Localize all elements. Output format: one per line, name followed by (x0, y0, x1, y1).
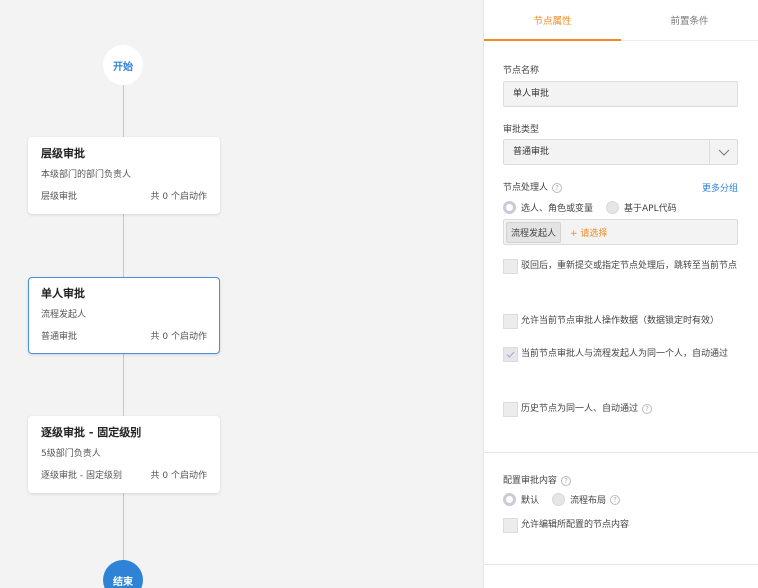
connector-line (123, 85, 124, 137)
flow-canvas[interactable]: 开始 层级审批 本级部门的部门负责人 层级审批 共 0 个启动作 单人审批 流程… (0, 0, 483, 588)
check-icon (506, 351, 515, 358)
flow-node-card[interactable]: 层级审批 本级部门的部门负责人 层级审批 共 0 个启动作 (28, 137, 220, 214)
radio-default[interactable]: 默认 (503, 493, 539, 506)
radio-label: 流程布局 (570, 496, 607, 506)
checkbox-checked[interactable] (503, 347, 518, 362)
radio-icon (606, 201, 620, 214)
more-groups-link[interactable]: 更多分组 (702, 181, 738, 194)
content-radio-group: 默认 流程布局 ? (503, 493, 633, 506)
flow-node-card[interactable]: 逐级审批 - 固定级别 5级部门负责人 逐级审批 - 固定级别 共 0 个启动作 (28, 416, 220, 493)
check-label: 允许当前节点审批人操作数据（数据锁定时有效） (521, 316, 720, 326)
radio-apl-code[interactable]: 基于APL代码 (606, 201, 677, 214)
node-assignee: 本级部门的部门负责人 (41, 170, 132, 180)
radio-icon (503, 201, 516, 214)
help-icon[interactable]: ? (642, 403, 653, 414)
approval-type-value: 普通审批 (513, 147, 550, 157)
radio-flow-layout[interactable]: 流程布局 ? (552, 493, 621, 506)
check-option[interactable]: 当前节点审批人与流程发起人为同一个人，自动通过 (503, 344, 739, 365)
chevron-down-icon[interactable] (709, 140, 737, 164)
node-title: 逐级审批 - 固定级别 (41, 426, 142, 439)
connector-line (123, 353, 124, 416)
content-label: 配置审批内容 (503, 476, 558, 486)
approval-type-label: 审批类型 (503, 125, 540, 135)
handler-label-row: 节点处理人? (503, 180, 563, 193)
content-label-row: 配置审批内容? (503, 473, 572, 486)
node-actions-count: 共 0 个启动作 (150, 192, 207, 202)
start-node[interactable]: 开始 (103, 45, 143, 85)
node-title: 层级审批 (41, 147, 85, 160)
help-icon[interactable]: ? (561, 475, 572, 486)
panel-tabs: 节点属性 前置条件 (484, 0, 758, 41)
checkbox[interactable] (503, 314, 518, 329)
section-divider (484, 452, 758, 453)
handler-label: 节点处理人 (503, 183, 549, 193)
node-name-field[interactable]: 单人审批 (503, 81, 738, 107)
end-node[interactable]: 结束 (103, 560, 143, 588)
connector-line (123, 214, 124, 277)
radio-icon (503, 493, 516, 506)
check-option[interactable]: 驳回后，重新提交或指定节点处理后，跳转至当前节点 (503, 256, 739, 277)
tab-node-properties[interactable]: 节点属性 (484, 0, 621, 41)
node-actions-count: 共 0 个启动作 (150, 332, 207, 342)
handler-tag[interactable]: 流程发起人 (506, 221, 562, 243)
check-label: 历史节点为同一人、自动通过? (521, 399, 653, 420)
radio-icon (552, 493, 566, 506)
node-actions-count: 共 0 个启动作 (150, 471, 207, 481)
node-type: 层级审批 (41, 192, 78, 202)
connector-line (123, 493, 124, 560)
checkbox[interactable] (503, 259, 518, 274)
help-icon[interactable]: ? (610, 494, 621, 505)
section-divider (484, 564, 758, 565)
tab-preconditions[interactable]: 前置条件 (621, 0, 758, 40)
node-assignee: 5级部门负责人 (41, 449, 101, 459)
check-option[interactable]: 允许编辑所配置的节点内容 (503, 515, 739, 536)
node-title: 单人审批 (41, 287, 85, 300)
add-handler-link[interactable]: + 请选择 (570, 226, 607, 239)
check-label: 允许编辑所配置的节点内容 (521, 520, 630, 530)
node-properties-panel: 节点属性 前置条件 节点名称 单人审批 审批类型 普通审批 节点处理人? 更多分… (483, 0, 758, 588)
approval-type-select[interactable]: 普通审批 (503, 139, 738, 165)
check-option[interactable]: 允许当前节点审批人操作数据（数据锁定时有效） (503, 311, 739, 332)
handler-select-field[interactable]: 流程发起人 + 请选择 (503, 219, 738, 245)
check-label: 当前节点审批人与流程发起人为同一个人，自动通过 (521, 349, 729, 359)
handler-radio-group: 选人、角色或变量 基于APL代码 (503, 201, 690, 214)
node-assignee: 流程发起人 (41, 310, 87, 320)
node-type: 逐级审批 - 固定级别 (41, 471, 122, 481)
node-type: 普通审批 (41, 332, 78, 342)
radio-label: 选人、角色或变量 (521, 204, 594, 214)
radio-label: 基于APL代码 (624, 204, 677, 214)
check-label: 驳回后，重新提交或指定节点处理后，跳转至当前节点 (521, 261, 738, 271)
check-option[interactable]: 历史节点为同一人、自动通过? (503, 399, 739, 420)
node-name-label: 节点名称 (503, 66, 540, 76)
radio-label: 默认 (521, 496, 540, 506)
radio-select-people[interactable]: 选人、角色或变量 (503, 201, 593, 214)
help-icon[interactable]: ? (552, 182, 563, 193)
flow-node-card-selected[interactable]: 单人审批 流程发起人 普通审批 共 0 个启动作 (28, 277, 220, 354)
checkbox[interactable] (503, 518, 518, 533)
checkbox[interactable] (503, 402, 518, 417)
